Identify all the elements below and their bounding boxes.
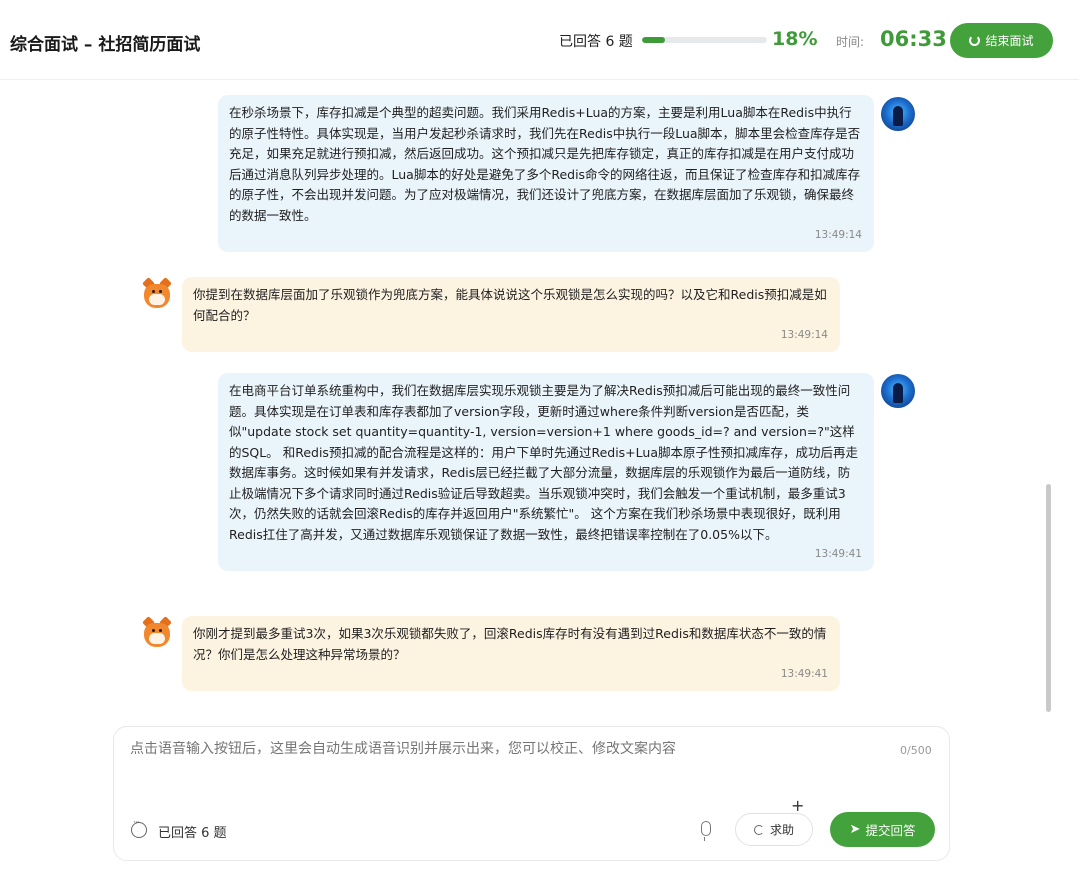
answered-count: 已回答 6 题: [559, 34, 633, 50]
interviewer-message: 你提到在数据库层面加了乐观锁作为兜底方案，能具体说说这个乐观锁是怎么实现的吗？以…: [182, 277, 840, 352]
message-text: 你刚才提到最多重试3次，如果3次乐观锁都失败了，回滚Redis库存时有没有遇到过…: [193, 626, 827, 662]
user-avatar: [881, 374, 915, 408]
page-title: 综合面试 – 社招简历面试: [10, 35, 201, 55]
user-message: 在秒杀场景下，库存扣减是个典型的超卖问题。我们采用Redis+Lua的方案，主要…: [218, 95, 874, 252]
char-count: 0/500: [900, 744, 932, 757]
interviewer-message: 你刚才提到最多重试3次，如果3次乐观锁都失败了，回滚Redis库存时有没有遇到过…: [182, 616, 840, 691]
power-icon: [969, 35, 981, 46]
answered-count-footer: 已回答 6 题: [158, 826, 227, 841]
progress-percent: 18%: [772, 28, 818, 50]
time-value: 06:33: [880, 27, 947, 51]
interviewer-avatar: [140, 277, 174, 311]
chat-area[interactable]: 在秒杀场景下，库存扣减是个典型的超卖问题。我们采用Redis+Lua的方案，主要…: [0, 81, 1060, 721]
progress-fill: [642, 37, 665, 43]
time-label: 时间:: [836, 35, 865, 49]
help-label: 求助: [769, 823, 794, 837]
message-time: 13:49:41: [780, 668, 828, 680]
user-avatar: [881, 97, 915, 131]
message-text: 在秒杀场景下，库存扣减是个典型的超卖问题。我们采用Redis+Lua的方案，主要…: [229, 105, 861, 223]
message-time: 13:49:14: [780, 329, 828, 341]
chat-scrollbar[interactable]: [1046, 484, 1051, 712]
chat-bubble-icon: [131, 818, 147, 838]
submit-label: 提交回答: [865, 823, 916, 838]
answer-composer: 0/500 + 已回答 6 题 求助 ➤ 提交回答: [113, 726, 950, 861]
progress-bar: [642, 37, 767, 43]
header-bar: 综合面试 – 社招简历面试 已回答 6 题 18% 时间: 06:33 结束面试: [0, 0, 1079, 80]
help-icon: [753, 824, 764, 835]
message-text: 你提到在数据库层面加了乐观锁作为兜底方案，能具体说说这个乐观锁是怎么实现的吗？以…: [193, 287, 827, 323]
user-message: 在电商平台订单系统重构中，我们在数据库层实现乐观锁主要是为了解决Redis预扣减…: [218, 373, 874, 571]
end-interview-label: 结束面试: [985, 34, 1034, 48]
interviewer-avatar: [140, 616, 174, 650]
message-time: 13:49:41: [814, 548, 862, 560]
microphone-icon[interactable]: [701, 821, 711, 841]
message-text: 在电商平台订单系统重构中，我们在数据库层实现乐观锁主要是为了解决Redis预扣减…: [229, 383, 858, 542]
end-interview-button[interactable]: 结束面试: [950, 23, 1053, 58]
answer-input[interactable]: [130, 741, 890, 757]
send-icon: ➤: [849, 822, 861, 837]
submit-answer-button[interactable]: ➤ 提交回答: [830, 812, 935, 847]
help-button[interactable]: 求助: [735, 813, 813, 846]
message-time: 13:49:14: [814, 229, 862, 241]
